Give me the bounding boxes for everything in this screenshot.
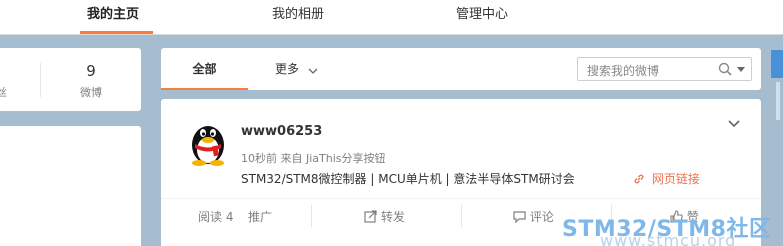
search-my-weibo-box[interactable]: 搜索我的微博 <box>577 57 752 81</box>
search-scope-caret-icon[interactable] <box>737 67 745 72</box>
post-text: STM32/STM8微控制器 | MCU单片机 | 意法半导体STM研讨会 <box>241 172 575 186</box>
chevron-down-icon <box>308 65 318 76</box>
right-edge-decoration <box>776 82 780 120</box>
actions-divider <box>161 198 761 199</box>
post-meta: 10秒前 来自 JiaThis分享按钮 <box>241 152 386 165</box>
action-divider <box>461 205 462 227</box>
feed-filter-bar: 全部 更多 搜索我的微博 <box>161 48 761 90</box>
weibo-count-label: 微博 <box>80 86 102 99</box>
filter-all-tab[interactable]: 全部 <box>161 48 248 90</box>
repost-icon <box>364 210 381 224</box>
tab-my-album[interactable]: 我的相册 <box>272 0 324 35</box>
chevron-down-icon[interactable] <box>727 117 741 131</box>
right-floating-tab[interactable] <box>771 50 783 78</box>
link-icon <box>633 172 649 186</box>
left-sidebar-card <box>0 126 141 246</box>
post-username[interactable]: www06253 <box>241 124 322 139</box>
profile-stats-card: 丝 9 微博 <box>0 48 141 111</box>
comment-icon <box>513 210 530 224</box>
search-icon[interactable] <box>717 61 733 77</box>
web-link-label: 网页链接 <box>651 172 700 186</box>
read-count: 阅读 4 <box>198 210 234 224</box>
tab-admin-center[interactable]: 管理中心 <box>456 0 508 35</box>
followers-label-partial: 丝 <box>0 86 7 99</box>
tab-my-home[interactable]: 我的主页 <box>87 0 139 35</box>
weibo-count[interactable]: 9 <box>41 62 141 80</box>
filter-more-dropdown[interactable]: 更多 <box>275 48 318 90</box>
promote-button[interactable]: 推广 <box>248 208 272 225</box>
search-input[interactable]: 搜索我的微博 <box>587 62 659 79</box>
top-nav: 我的主页 我的相册 管理中心 <box>0 0 783 35</box>
web-link[interactable]: 网页链接 <box>633 170 700 187</box>
comment-button[interactable]: 评论 <box>513 208 554 225</box>
comment-label: 评论 <box>529 210 554 224</box>
repost-label: 转发 <box>380 210 405 224</box>
nav-divider <box>0 34 783 35</box>
repost-button[interactable]: 转发 <box>364 208 405 225</box>
avatar[interactable] <box>183 117 233 167</box>
filter-more-label: 更多 <box>275 62 300 76</box>
watermark-url: www.stmcu.org <box>600 231 737 246</box>
action-divider <box>311 205 312 227</box>
